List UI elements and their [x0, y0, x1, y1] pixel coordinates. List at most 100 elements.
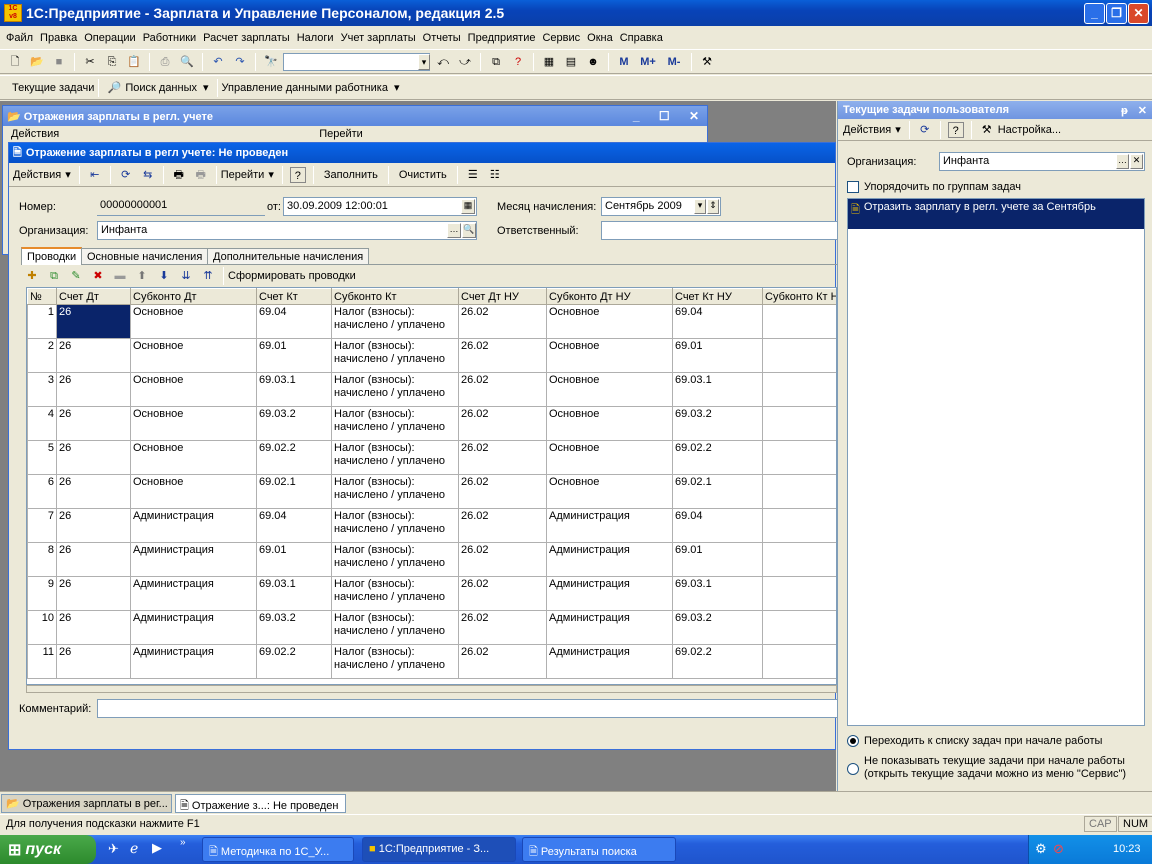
- help-button[interactable]: ?: [289, 166, 306, 183]
- cell-debit-subconto-tax[interactable]: Основное: [546, 304, 673, 339]
- cell-debit-account[interactable]: 26: [56, 542, 131, 577]
- cell-credit-account[interactable]: 69.03.1: [256, 576, 332, 611]
- cell-debit-account[interactable]: 26: [56, 440, 131, 475]
- cell-credit-subconto-tax[interactable]: [762, 610, 836, 645]
- cell-credit-account-tax[interactable]: 69.03.1: [672, 576, 763, 611]
- cell-credit-subconto[interactable]: Налог (взносы): начислено / уплачено: [331, 644, 459, 679]
- cell-credit-account[interactable]: 69.01: [256, 542, 332, 577]
- col-header-credit-account[interactable]: Счет Кт: [256, 288, 332, 305]
- move-up-icon[interactable]: ⬆: [134, 268, 150, 284]
- cell-credit-subconto-tax[interactable]: [762, 644, 836, 679]
- paste-icon[interactable]: 📋: [126, 54, 142, 70]
- cell-debit-subconto-tax[interactable]: Администрация: [546, 644, 673, 679]
- find-prev-icon[interactable]: ⤺: [435, 54, 451, 70]
- table-row[interactable]: 8 26 Администрация 69.01 Налог (взносы): нач…: [27, 542, 836, 577]
- quicklaunch-icon[interactable]: ✈: [108, 841, 119, 857]
- cell-row-number[interactable]: 3: [27, 372, 57, 407]
- memory-m-button[interactable]: M: [616, 54, 632, 70]
- memory-mminus-button[interactable]: M-: [664, 54, 684, 70]
- organization-select-button[interactable]: …: [447, 223, 461, 238]
- cell-credit-account-tax[interactable]: 69.02.2: [672, 644, 763, 679]
- cell-debit-account-tax[interactable]: 26.02: [458, 644, 547, 679]
- calendar-picker-button[interactable]: ▦: [461, 199, 475, 214]
- menu-enterprise[interactable]: Предприятие: [468, 32, 536, 44]
- taskbar-1c-app[interactable]: ■ 1С:Предприятие - З...: [362, 837, 516, 862]
- cell-credit-subconto-tax[interactable]: [762, 440, 836, 475]
- month-dropdown-button[interactable]: ▾: [694, 199, 706, 214]
- search-dropdown-arrow[interactable]: ▾: [418, 54, 430, 70]
- cell-debit-subconto[interactable]: Администрация: [130, 542, 257, 577]
- cell-credit-subconto[interactable]: Налог (взносы): начислено / уплачено: [331, 542, 459, 577]
- group-tasks-checkbox[interactable]: [847, 181, 859, 193]
- undo-icon[interactable]: ↶: [210, 54, 226, 70]
- taskbar-search-results[interactable]: 🗎 Результаты поиска: [522, 837, 676, 862]
- minimize-button[interactable]: _: [1084, 3, 1105, 24]
- col-header-credit-subconto-tax[interactable]: Субконто Кт НУ: [762, 288, 836, 305]
- cell-debit-account[interactable]: 26: [56, 644, 131, 679]
- cell-credit-account[interactable]: 69.02.1: [256, 474, 332, 509]
- cell-row-number[interactable]: 7: [27, 508, 57, 543]
- cell-credit-subconto-tax[interactable]: [762, 576, 836, 611]
- date-field[interactable]: 30.09.2009 12:00:01: [283, 197, 477, 216]
- sort-asc-icon[interactable]: ⇊: [178, 268, 194, 284]
- cell-row-number[interactable]: 5: [27, 440, 57, 475]
- cell-debit-account[interactable]: 26: [56, 610, 131, 645]
- cell-debit-account-tax[interactable]: 26.02: [458, 576, 547, 611]
- cell-credit-account[interactable]: 69.02.2: [256, 440, 332, 475]
- copy-icon[interactable]: ⎘: [104, 54, 120, 70]
- comment-field[interactable]: [97, 699, 837, 718]
- cell-credit-subconto[interactable]: Налог (взносы): начислено / уплачено: [331, 372, 459, 407]
- table-row[interactable]: 5 26 Основное 69.02.2 Налог (взносы): начисл…: [27, 440, 836, 475]
- start-button[interactable]: ⊞ пуск: [0, 835, 96, 864]
- postings-list-window-controls[interactable]: _ ☐ ✕: [633, 109, 707, 123]
- tools-icon[interactable]: ⚒: [699, 54, 715, 70]
- cell-credit-subconto[interactable]: Налог (взносы): начислено / уплачено: [331, 304, 459, 339]
- cell-debit-account[interactable]: 26: [56, 372, 131, 407]
- menu-help[interactable]: Справка: [620, 32, 663, 44]
- number-field[interactable]: 00000000001: [97, 197, 265, 216]
- tab-main-accruals[interactable]: Основные начисления: [81, 248, 209, 265]
- cell-debit-subconto-tax[interactable]: Администрация: [546, 576, 673, 611]
- cell-debit-account[interactable]: 26: [56, 338, 131, 373]
- cell-credit-account[interactable]: 69.04: [256, 304, 332, 339]
- table-horizontal-scrollbar[interactable]: [26, 685, 837, 693]
- postings-list-goto[interactable]: Перейти: [319, 128, 363, 142]
- cell-credit-subconto[interactable]: Налог (взносы): начислено / уплачено: [331, 576, 459, 611]
- table-row[interactable]: 11 26 Администрация 69.02.2 Налог (взносы): …: [27, 644, 836, 679]
- tab-additional-accruals[interactable]: Дополнительные начисления: [207, 248, 370, 265]
- col-header-credit-account-tax[interactable]: Счет Кт НУ: [672, 288, 763, 305]
- post-and-close-icon[interactable]: ⇤: [87, 167, 103, 183]
- copy-row-icon[interactable]: ⧉: [46, 268, 62, 284]
- cell-debit-account-tax[interactable]: 26.02: [458, 542, 547, 577]
- cell-debit-account-tax[interactable]: 26.02: [458, 406, 547, 441]
- cell-debit-account-tax[interactable]: 26.02: [458, 508, 547, 543]
- tasks-help-icon[interactable]: ?: [947, 121, 964, 138]
- radio-hide-tasks[interactable]: [847, 763, 859, 775]
- cell-debit-account[interactable]: 26: [56, 406, 131, 441]
- cut-icon[interactable]: ✂: [82, 54, 98, 70]
- close-button[interactable]: ✕: [1128, 3, 1149, 24]
- calendar-icon[interactable]: ▤: [563, 54, 579, 70]
- employee-data-button[interactable]: Управление данными работника: [222, 82, 388, 94]
- cell-credit-account[interactable]: 69.03.2: [256, 610, 332, 645]
- menu-taxes[interactable]: Налоги: [297, 32, 334, 44]
- cell-credit-subconto-tax[interactable]: [762, 338, 836, 373]
- delete-row-icon[interactable]: ✖: [90, 268, 106, 284]
- fill-button[interactable]: Заполнить: [324, 169, 378, 181]
- layout-icon[interactable]: ☰: [465, 167, 481, 183]
- tab-postings[interactable]: Проводки: [21, 247, 83, 265]
- col-header-debit-subconto-tax[interactable]: Субконто Дт НУ: [546, 288, 673, 305]
- cell-debit-subconto-tax[interactable]: Основное: [546, 474, 673, 509]
- cell-debit-account-tax[interactable]: 26.02: [458, 474, 547, 509]
- cell-credit-account[interactable]: 69.03.2: [256, 406, 332, 441]
- cell-credit-account-tax[interactable]: 69.01: [672, 338, 763, 373]
- user-icon[interactable]: ☻: [585, 54, 601, 70]
- cell-debit-subconto-tax[interactable]: Основное: [546, 406, 673, 441]
- tasks-actions-menu[interactable]: Действия: [843, 124, 891, 136]
- menu-operations[interactable]: Операции: [84, 32, 135, 44]
- cell-debit-subconto[interactable]: Основное: [130, 406, 257, 441]
- cell-debit-account-tax[interactable]: 26.02: [458, 440, 547, 475]
- tasks-org-select-button[interactable]: …: [1116, 154, 1129, 169]
- memory-mplus-button[interactable]: M+: [638, 54, 658, 70]
- cell-credit-subconto[interactable]: Налог (взносы): начислено / уплачено: [331, 474, 459, 509]
